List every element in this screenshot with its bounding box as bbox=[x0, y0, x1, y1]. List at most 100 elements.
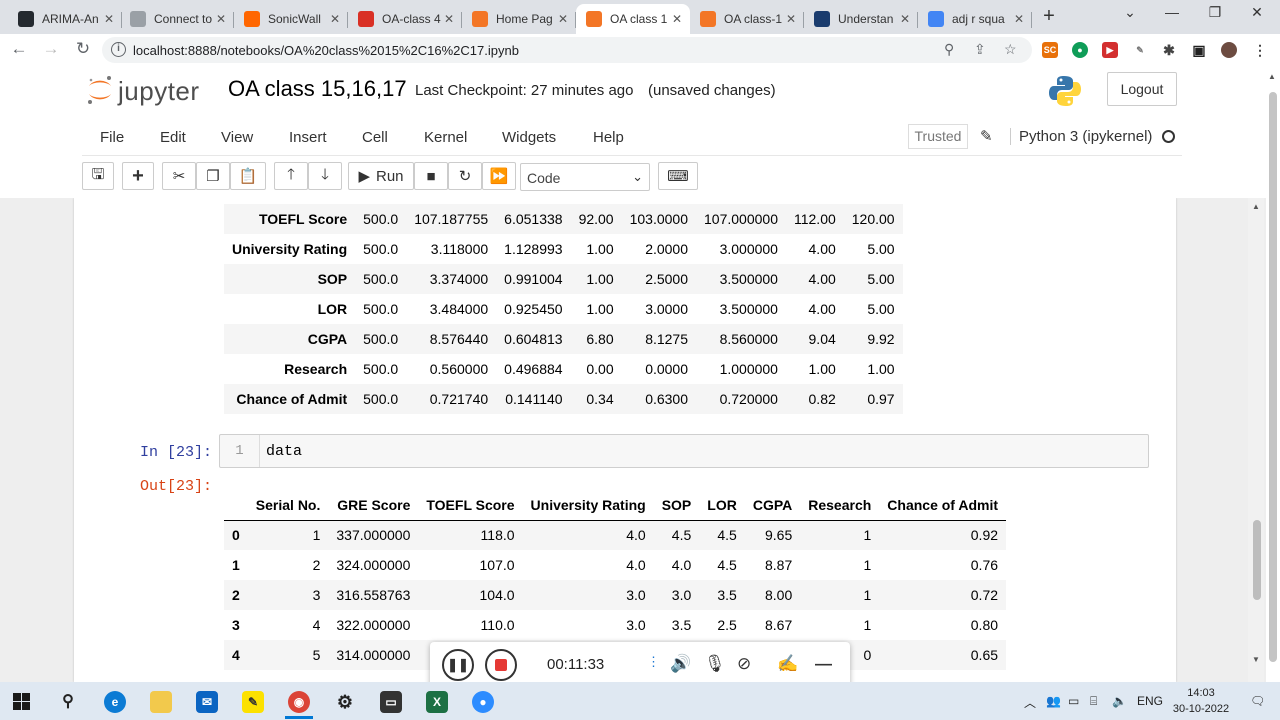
menu-edit[interactable]: Edit bbox=[160, 129, 186, 146]
command-palette-button[interactable]: ⌨ bbox=[658, 162, 698, 190]
page-scroll-up-arrow-icon[interactable]: ▲ bbox=[1268, 72, 1276, 81]
save-button[interactable]: 🖫 bbox=[82, 162, 114, 190]
close-tab-icon[interactable]: ✕ bbox=[444, 12, 454, 26]
chrome-icon[interactable]: ◉ bbox=[288, 691, 310, 713]
browser-tab-0[interactable]: ARIMA-An ✕ bbox=[8, 4, 122, 34]
cell-type-select[interactable]: Code ⌄ bbox=[520, 163, 650, 191]
close-window-button[interactable]: ✕ bbox=[1245, 4, 1269, 21]
move-up-button[interactable]: 🡑 bbox=[274, 162, 308, 190]
zoom-app-icon[interactable]: ● bbox=[472, 691, 494, 713]
settings-gear-icon[interactable]: ⚙ bbox=[334, 691, 356, 713]
menu-file[interactable]: File bbox=[100, 129, 124, 146]
scroll-up-arrow-icon[interactable]: ▲ bbox=[1252, 202, 1260, 211]
notebook-title[interactable]: OA class 15,16,17 bbox=[228, 76, 407, 102]
site-info-icon[interactable]: i bbox=[111, 42, 126, 57]
stop-recording-button[interactable] bbox=[485, 649, 517, 681]
close-tab-icon[interactable]: ✕ bbox=[1014, 12, 1024, 26]
kernel-name[interactable]: Python 3 (ipykernel) bbox=[1010, 128, 1152, 145]
notifications-icon[interactable]: 🗨 bbox=[1250, 694, 1265, 708]
run-button[interactable]: ▶ Run bbox=[348, 162, 414, 190]
menu-kernel[interactable]: Kernel bbox=[424, 129, 467, 146]
interrupt-button[interactable]: ■ bbox=[414, 162, 448, 190]
forward-button[interactable]: → bbox=[40, 39, 62, 59]
code-cell-input[interactable]: 1 data bbox=[219, 434, 1149, 468]
close-tab-icon[interactable]: ✕ bbox=[786, 12, 796, 26]
close-tab-icon[interactable]: ✕ bbox=[558, 12, 568, 26]
code-text[interactable]: data bbox=[266, 443, 302, 460]
browser-tab-1[interactable]: Connect to net✕ bbox=[120, 4, 234, 34]
scroll-down-arrow-icon[interactable]: ▼ bbox=[1252, 655, 1260, 664]
close-tab-icon[interactable]: ✕ bbox=[104, 12, 114, 26]
back-button[interactable]: ← bbox=[8, 39, 30, 59]
draw-pen-icon[interactable]: ✍ bbox=[777, 654, 798, 674]
microphone-off-icon[interactable]: 🎙 bbox=[704, 654, 726, 674]
tab-search-button[interactable]: ⌄ bbox=[1118, 4, 1142, 21]
close-tab-icon[interactable]: ✕ bbox=[330, 12, 340, 26]
browser-tab-3[interactable]: OA-class 4 ✕ bbox=[348, 4, 462, 34]
extensions-puzzle-icon[interactable]: ✱ bbox=[1161, 42, 1177, 58]
browser-tab-4[interactable]: Home Pag ✕ bbox=[462, 4, 576, 34]
pause-recording-button[interactable]: ❚❚ bbox=[442, 649, 474, 681]
file-explorer-icon[interactable] bbox=[150, 691, 172, 713]
bookmark-star-icon[interactable]: ☆ bbox=[1004, 41, 1017, 58]
extension-green-icon[interactable]: ● bbox=[1072, 42, 1088, 58]
browser-tab-5[interactable]: OA class 1 ✕ bbox=[576, 4, 690, 34]
omnibox[interactable]: i localhost:8888/notebooks/OA%20class%20… bbox=[102, 37, 1032, 63]
tray-overflow-icon[interactable]: ︿ bbox=[1024, 694, 1036, 711]
jupyter-logo-text[interactable]: jupyter bbox=[118, 76, 200, 107]
battery-icon[interactable]: ▭ bbox=[1068, 694, 1079, 708]
extension-video-icon[interactable]: ▶ bbox=[1102, 42, 1118, 58]
windows-start-icon[interactable] bbox=[13, 693, 30, 710]
notebook-scrollbar[interactable]: ▲ ▼ bbox=[1248, 198, 1264, 682]
page-scrollbar-thumb[interactable] bbox=[1269, 92, 1277, 662]
jupyter-logo-icon[interactable] bbox=[86, 75, 114, 105]
browser-tab-8[interactable]: adj r squa ✕ bbox=[918, 4, 1032, 34]
zoom-icon[interactable]: ⚲ bbox=[944, 41, 954, 58]
browser-tab-2[interactable]: SonicWall ✕ bbox=[234, 4, 348, 34]
volume-icon[interactable]: 🔈 bbox=[1112, 694, 1127, 708]
browser-menu-icon[interactable]: ⋮ bbox=[1252, 42, 1268, 58]
restart-run-all-button[interactable]: ⏩ bbox=[482, 162, 516, 190]
minimize-button[interactable]: — bbox=[1160, 4, 1184, 20]
people-icon[interactable]: 👥 bbox=[1046, 694, 1061, 708]
network-icon[interactable]: ⌸ bbox=[1090, 694, 1097, 709]
speaker-icon[interactable]: 🔊 bbox=[670, 654, 691, 674]
webcam-off-icon[interactable]: ⊘ bbox=[737, 654, 751, 674]
trusted-badge[interactable]: Trusted bbox=[908, 124, 968, 149]
url-text[interactable]: localhost:8888/notebooks/OA%20class%2015… bbox=[133, 43, 519, 58]
input-language[interactable]: ENG bbox=[1137, 694, 1163, 708]
side-panel-icon[interactable]: ▣ bbox=[1191, 42, 1207, 58]
restart-button[interactable]: ↻ bbox=[448, 162, 482, 190]
menu-view[interactable]: View bbox=[221, 129, 253, 146]
excel-icon[interactable]: X bbox=[426, 691, 448, 713]
sticky-notes-icon[interactable]: ✎ bbox=[242, 691, 264, 713]
search-icon[interactable]: ⚲ bbox=[57, 691, 79, 713]
menu-cell[interactable]: Cell bbox=[362, 129, 388, 146]
scrollbar-thumb[interactable] bbox=[1253, 520, 1261, 600]
copy-button[interactable]: ❐ bbox=[196, 162, 230, 190]
logout-button[interactable]: Logout bbox=[1107, 72, 1177, 106]
browser-tab-7[interactable]: Understan ✕ bbox=[804, 4, 918, 34]
mail-icon[interactable]: ✉ bbox=[196, 691, 218, 713]
share-icon[interactable]: ⇪ bbox=[974, 41, 986, 58]
terminal-icon[interactable]: ▭ bbox=[380, 691, 402, 713]
reload-button[interactable]: ↻ bbox=[72, 39, 94, 59]
close-tab-icon[interactable]: ✕ bbox=[900, 12, 910, 26]
move-down-button[interactable]: 🡓 bbox=[308, 162, 342, 190]
edge-icon[interactable]: e bbox=[104, 691, 126, 713]
paste-button[interactable]: 📋 bbox=[230, 162, 266, 190]
browser-tab-6[interactable]: OA class-1 ✕ bbox=[690, 4, 804, 34]
insert-cell-button[interactable]: + bbox=[122, 162, 154, 190]
menu-insert[interactable]: Insert bbox=[289, 129, 327, 146]
maximize-button[interactable]: ❐ bbox=[1203, 4, 1227, 21]
cut-button[interactable]: ✂ bbox=[162, 162, 196, 190]
extension-sc-icon[interactable]: SC bbox=[1042, 42, 1058, 58]
extension-pen-icon[interactable]: ✎ bbox=[1132, 42, 1148, 58]
menu-help[interactable]: Help bbox=[593, 129, 624, 146]
minimize-recorder-icon[interactable]: — bbox=[815, 654, 832, 674]
new-tab-button[interactable]: + bbox=[1038, 5, 1060, 28]
menu-widgets[interactable]: Widgets bbox=[502, 129, 556, 146]
system-clock[interactable]: 14:03 30-10-2022 bbox=[1168, 685, 1234, 717]
close-tab-icon[interactable]: ✕ bbox=[216, 12, 226, 26]
close-tab-icon[interactable]: ✕ bbox=[672, 12, 682, 26]
